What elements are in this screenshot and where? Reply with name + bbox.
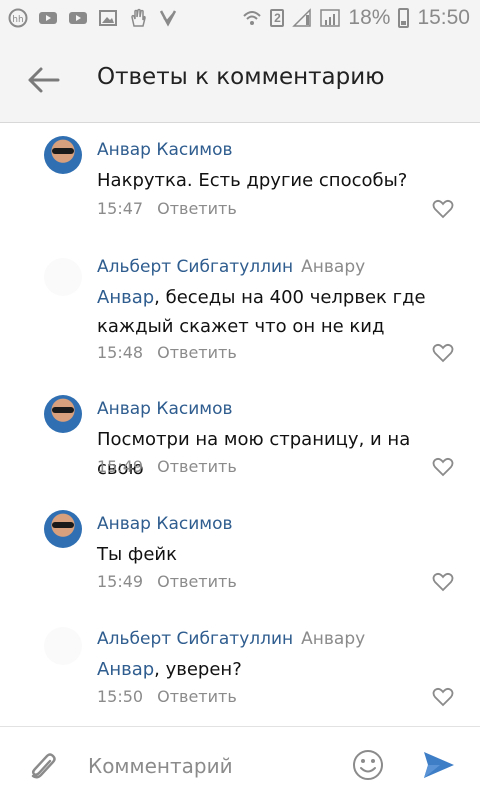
reply-button[interactable]: Ответить [157, 199, 237, 218]
youtube-icon [69, 12, 87, 24]
signal-icon [320, 9, 341, 27]
heart-icon[interactable] [432, 687, 454, 707]
youtube-icon [39, 12, 57, 24]
reply-to-label: Анвару [301, 257, 366, 277]
back-arrow-icon[interactable] [24, 62, 64, 98]
status-bar: hh 2 18% 15:50 [0, 0, 480, 38]
comment-meta: 15:49 Ответить [97, 572, 237, 591]
comment-time: 15:48 [97, 343, 144, 362]
reply-button[interactable]: Ответить [157, 457, 237, 476]
comment-meta: 15:50 Ответить [97, 687, 237, 706]
reply-button[interactable]: Ответить [157, 343, 237, 362]
comment-time: 15:50 [97, 687, 144, 706]
comment-text: Накрутка. Есть другие способы? [97, 166, 457, 195]
page-title: Ответы к комментарию [97, 64, 385, 90]
avatar[interactable] [44, 395, 82, 433]
heart-icon[interactable] [432, 457, 454, 477]
comment-time: 15:47 [97, 199, 144, 218]
system-indicators: 2 18% 15:50 [242, 6, 470, 30]
avatar[interactable] [44, 136, 82, 174]
heart-icon[interactable] [432, 572, 454, 592]
comment-composer [0, 726, 480, 801]
mention-link[interactable]: Анвар [97, 287, 154, 308]
avatar[interactable] [44, 510, 82, 548]
check-icon [159, 10, 177, 27]
heart-icon[interactable] [432, 199, 454, 219]
send-icon[interactable] [422, 749, 456, 781]
comment-body: Накрутка. Есть другие способы? [97, 170, 408, 191]
image-icon [99, 10, 117, 26]
app-header: Ответы к комментарию [0, 38, 480, 123]
comment-author-line: Альберт Сибгатуллин Анвару [97, 257, 365, 277]
paperclip-icon[interactable] [28, 749, 58, 783]
comment-input[interactable] [86, 749, 330, 783]
comment-author[interactable]: Анвар Касимов [97, 140, 233, 160]
svg-text:hh: hh [12, 15, 23, 25]
battery-icon [398, 8, 410, 28]
signal-icon [292, 8, 312, 27]
mention-link[interactable]: Анвар [97, 659, 154, 680]
avatar[interactable] [44, 627, 82, 665]
comments-list[interactable]: Анвар Касимов Накрутка. Есть другие спос… [0, 123, 480, 725]
comment-author[interactable]: Альберт Сибгатуллин [97, 257, 293, 277]
sim-indicator: 2 [270, 9, 285, 27]
comment-meta: 15:47 Ответить [97, 199, 237, 218]
hh-icon: hh [8, 8, 28, 28]
clock: 15:50 [417, 6, 470, 29]
reply-to-label: Анвару [301, 629, 366, 649]
comment-meta: 15:49 Ответить [97, 457, 237, 476]
comment-text: Анвар, беседы на 400 челрвек где каждый … [97, 283, 457, 341]
battery-percent: 18% [348, 6, 391, 29]
notification-icons: hh [8, 8, 178, 28]
comment-time: 15:49 [97, 572, 144, 591]
avatar[interactable] [44, 258, 82, 296]
emoji-icon[interactable] [352, 749, 384, 781]
comment-text: Анвар, уверен? [97, 655, 457, 684]
comment-time: 15:49 [97, 457, 144, 476]
comment-author-line: Альберт Сибгатуллин Анвару [97, 629, 365, 649]
wifi-icon [243, 11, 262, 25]
comment-body: Ты фейк [97, 544, 177, 565]
reply-button[interactable]: Ответить [157, 572, 237, 591]
comment-author[interactable]: Анвар Касимов [97, 514, 233, 534]
heart-icon[interactable] [432, 343, 454, 363]
comment-author[interactable]: Анвар Касимов [97, 399, 233, 419]
hand-icon [131, 8, 146, 27]
comment-text: Ты фейк [97, 540, 457, 569]
comment-meta: 15:48 Ответить [97, 343, 237, 362]
comment-body: , уверен? [154, 659, 242, 680]
reply-button[interactable]: Ответить [157, 687, 237, 706]
comment-author[interactable]: Альберт Сибгатуллин [97, 629, 293, 649]
